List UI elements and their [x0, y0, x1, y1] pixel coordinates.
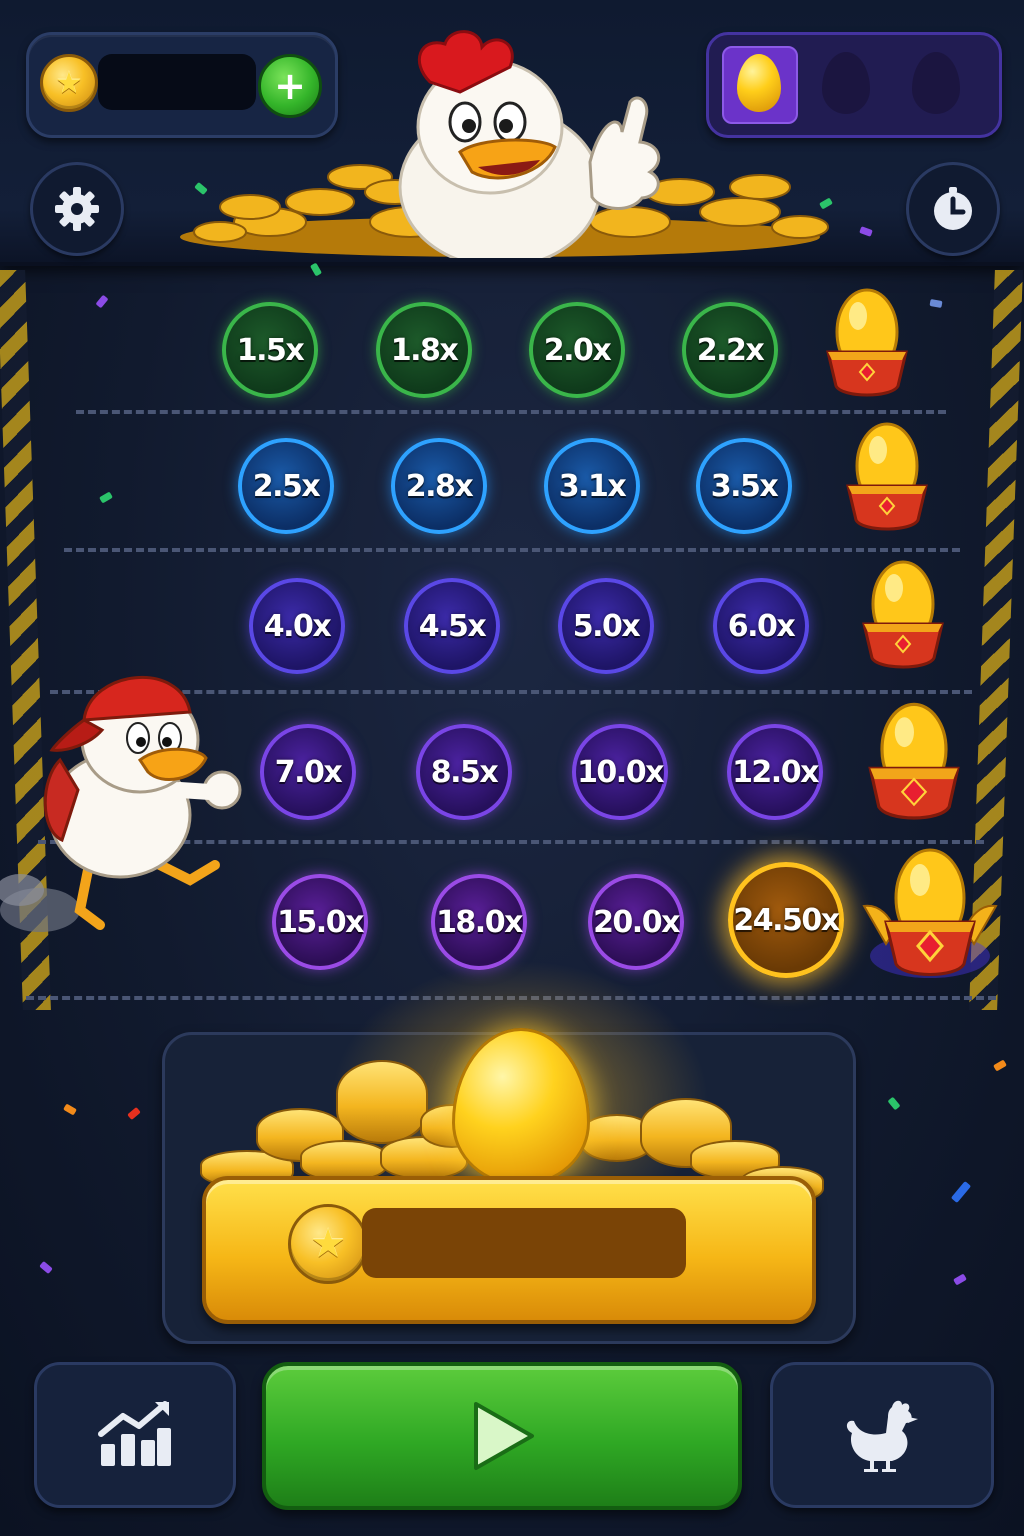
coin-stack-icon — [336, 1060, 428, 1144]
multiplier-12-0x[interactable]: 12.0x — [727, 724, 823, 820]
play-icon — [474, 1402, 534, 1470]
multiplier-2-0x[interactable]: 2.0x — [529, 302, 625, 398]
golden-egg-cup-icon — [868, 702, 960, 820]
golden-egg-cup-icon — [846, 422, 928, 531]
play-button[interactable] — [262, 1362, 742, 1510]
star-icon: ★ — [310, 1221, 346, 1267]
multiplier-7-0x[interactable]: 7.0x — [260, 724, 356, 820]
bet-coin-icon: ★ — [288, 1204, 368, 1284]
coin-icon: ★ — [40, 54, 98, 112]
multiplier-6-0x[interactable]: 6.0x — [713, 578, 809, 674]
history-button[interactable] — [906, 162, 1000, 256]
confetti — [39, 1260, 53, 1275]
multiplier-15-0x[interactable]: 15.0x — [272, 874, 368, 970]
mascot-chicken-illustration — [180, 30, 829, 258]
multiplier-10-0x[interactable]: 10.0x — [572, 724, 668, 820]
gear-icon — [55, 187, 99, 231]
golden-egg-cup-icon — [826, 288, 908, 397]
player-chicken-character — [0, 676, 242, 932]
multiplier-1-5x[interactable]: 1.5x — [222, 302, 318, 398]
multiplier-24-50x-highlighted[interactable]: 24.50x — [728, 862, 844, 978]
confetti — [99, 491, 113, 504]
multiplier-4-5x[interactable]: 4.5x — [404, 578, 500, 674]
confetti — [950, 1181, 972, 1203]
multiplier-3-1x[interactable]: 3.1x — [544, 438, 640, 534]
confetti — [887, 1096, 901, 1111]
multiplier-4-0x[interactable]: 4.0x — [249, 578, 345, 674]
confetti — [993, 1059, 1007, 1072]
chicken-icon — [846, 1400, 918, 1472]
confetti — [63, 1103, 77, 1116]
multiplier-1-8x[interactable]: 1.8x — [376, 302, 472, 398]
multiplier-20-0x[interactable]: 20.0x — [588, 874, 684, 970]
confetti — [953, 1273, 967, 1286]
multiplier-2-8x[interactable]: 2.8x — [391, 438, 487, 534]
chart-icon — [98, 1401, 171, 1466]
multiplier-2-5x[interactable]: 2.5x — [238, 438, 334, 534]
settings-button[interactable] — [30, 162, 124, 256]
star-icon: ★ — [55, 65, 83, 101]
multiplier-18-0x[interactable]: 18.0x — [431, 874, 527, 970]
multiplier-5-0x[interactable]: 5.0x — [558, 578, 654, 674]
clock-icon — [934, 187, 972, 230]
multiplier-3-5x[interactable]: 3.5x — [696, 438, 792, 534]
golden-egg-cup-icon — [862, 560, 944, 669]
confetti — [929, 299, 943, 308]
bet-amount-input[interactable] — [362, 1208, 686, 1278]
confetti — [127, 1106, 141, 1121]
row-divider — [64, 548, 960, 552]
chicken-menu-button[interactable] — [770, 1362, 994, 1508]
multiplier-8-5x[interactable]: 8.5x — [416, 724, 512, 820]
royal-egg-cup-icon — [862, 848, 998, 978]
multiplier-2-2x[interactable]: 2.2x — [682, 302, 778, 398]
confetti — [95, 294, 109, 309]
row-divider — [76, 410, 946, 414]
stats-button[interactable] — [34, 1362, 236, 1508]
